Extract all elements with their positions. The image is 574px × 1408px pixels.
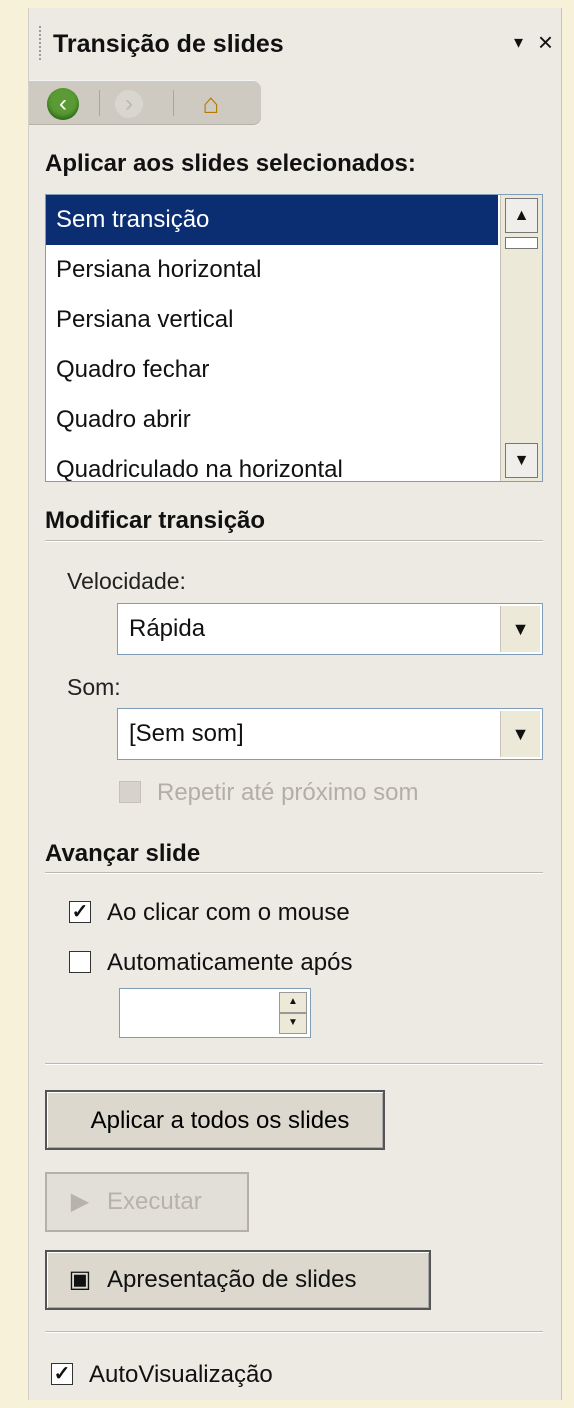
run-label: Executar: [107, 1188, 202, 1215]
transition-list-item[interactable]: Sem transição: [46, 195, 498, 245]
panel-title: Transição de slides: [53, 30, 284, 58]
sound-value: [Sem som]: [129, 720, 244, 747]
auto-preview-checkbox[interactable]: ✓: [51, 1363, 73, 1385]
run-button: ▶ Executar: [45, 1172, 249, 1232]
transition-listbox[interactable]: Sem transição Persiana horizontal Persia…: [45, 194, 543, 482]
slideshow-icon: ▣: [68, 1266, 92, 1293]
on-click-checkbox[interactable]: ✓: [69, 901, 91, 923]
scroll-up-icon[interactable]: ▲: [505, 198, 538, 233]
slide-transition-panel: Transição de slides ▾ × ‹ › ⌂ Aplicar ao…: [28, 8, 562, 1400]
transition-list: Sem transição Persiana horizontal Persia…: [46, 195, 498, 481]
section-divider: [45, 872, 543, 874]
transition-list-item[interactable]: Persiana horizontal: [46, 245, 498, 295]
advance-on-click-option[interactable]: ✓ Ao clicar com o mouse: [69, 898, 489, 932]
on-click-label: Ao clicar com o mouse: [107, 899, 350, 926]
speed-label: Velocidade:: [67, 568, 186, 594]
transition-list-item[interactable]: Quadro abrir: [46, 395, 498, 445]
drag-handle[interactable]: [39, 26, 47, 60]
transition-list-item[interactable]: Persiana vertical: [46, 295, 498, 345]
automatic-checkbox[interactable]: [69, 951, 91, 973]
section-divider: [45, 1331, 543, 1333]
transition-list-item[interactable]: Quadro fechar: [46, 345, 498, 395]
scroll-thumb[interactable]: [505, 237, 538, 249]
spinner-up-icon[interactable]: ▲: [279, 992, 307, 1013]
panel-titlebar: Transição de slides ▾ ×: [39, 24, 561, 68]
auto-preview-option[interactable]: ✓ AutoVisualização: [51, 1360, 371, 1394]
sound-label: Som:: [67, 674, 121, 700]
forward-icon[interactable]: ›: [115, 90, 143, 118]
apply-to-all-slides-button[interactable]: Aplicar a todos os slides: [45, 1090, 385, 1150]
advance-slide-heading: Avançar slide: [45, 840, 201, 867]
close-icon[interactable]: ×: [538, 27, 553, 58]
back-icon[interactable]: ‹: [47, 88, 79, 120]
home-icon[interactable]: ⌂: [195, 88, 227, 120]
speed-value: Rápida: [129, 615, 206, 642]
auto-preview-label: AutoVisualização: [89, 1361, 273, 1388]
section-divider: [45, 1063, 543, 1065]
play-icon: ▶: [70, 1188, 90, 1215]
repeat-sound-label: Repetir até próximo som: [157, 779, 419, 806]
repeat-sound-checkbox: [119, 781, 141, 803]
apply-to-selected-heading: Aplicar aos slides selecionados:: [45, 150, 416, 177]
modify-transition-heading: Modificar transição: [45, 507, 266, 534]
sound-dropdown[interactable]: [Sem som] ▼: [117, 708, 543, 760]
repeat-sound-option: Repetir até próximo som: [119, 778, 529, 812]
list-scrollbar[interactable]: ▲ ▼: [500, 195, 542, 481]
navigation-strip: ‹ › ⌂: [29, 80, 261, 125]
transition-list-item[interactable]: Quadriculado na horizontal: [46, 445, 498, 481]
automatic-label: Automaticamente após: [107, 949, 353, 976]
slideshow-button[interactable]: ▣ Apresentação de slides: [45, 1250, 431, 1310]
panel-menu-icon[interactable]: ▾: [514, 32, 523, 53]
speed-dropdown[interactable]: Rápida ▼: [117, 603, 543, 655]
slideshow-label: Apresentação de slides: [107, 1266, 357, 1293]
nav-separator: [99, 90, 100, 116]
chevron-down-icon[interactable]: ▼: [500, 606, 540, 652]
chevron-down-icon[interactable]: ▼: [500, 711, 540, 757]
spinner-down-icon[interactable]: ▼: [279, 1013, 307, 1034]
section-divider: [45, 540, 543, 542]
nav-separator: [173, 90, 174, 116]
advance-time-spinner[interactable]: ▲ ▼: [119, 988, 311, 1038]
scroll-down-icon[interactable]: ▼: [505, 443, 538, 478]
advance-automatically-option[interactable]: Automaticamente após: [69, 948, 489, 982]
